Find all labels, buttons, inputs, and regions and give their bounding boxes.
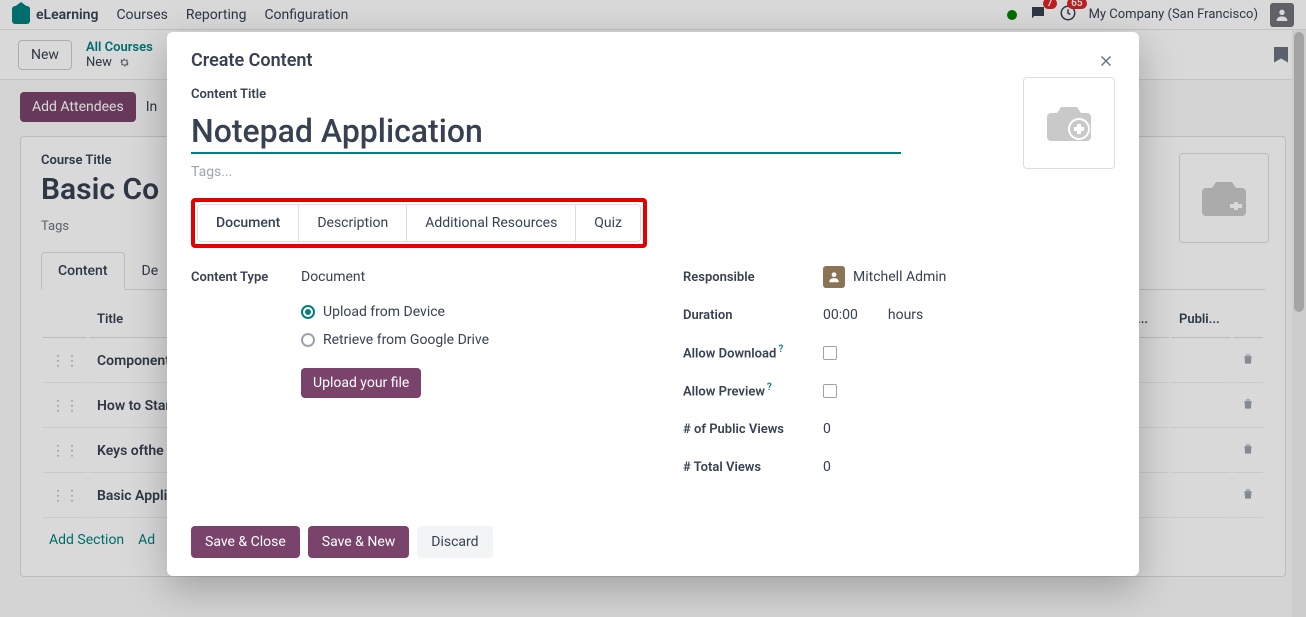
duration-label: Duration bbox=[683, 308, 823, 323]
help-icon[interactable]: ? bbox=[778, 344, 783, 355]
content-title-input[interactable] bbox=[191, 108, 901, 154]
content-image-placeholder[interactable] bbox=[1023, 77, 1115, 169]
total-views-label: # Total Views bbox=[683, 460, 823, 475]
responsible-label: Responsible bbox=[683, 270, 823, 285]
tabs-highlight: Document Description Additional Resource… bbox=[191, 198, 647, 248]
save-close-button[interactable]: Save & Close bbox=[191, 526, 300, 558]
responsible-avatar bbox=[823, 266, 845, 288]
allow-preview-checkbox[interactable] bbox=[823, 384, 837, 398]
content-title-label: Content Title bbox=[191, 87, 1115, 102]
help-icon[interactable]: ? bbox=[767, 382, 772, 393]
radio-label: Upload from Device bbox=[323, 304, 445, 320]
tab-document[interactable]: Document bbox=[198, 205, 299, 241]
modal-title: Create Content bbox=[191, 50, 312, 71]
form-right-column: Responsible Mitchell Admin Duration 00:0… bbox=[683, 266, 1115, 494]
allow-download-checkbox[interactable] bbox=[823, 346, 837, 360]
tags-input[interactable]: Tags... bbox=[191, 164, 1115, 180]
camera-plus-icon bbox=[1044, 103, 1094, 143]
radio-google-drive[interactable]: Retrieve from Google Drive bbox=[301, 332, 623, 348]
radio-icon bbox=[301, 305, 315, 319]
duration-unit: hours bbox=[888, 307, 923, 323]
responsible-value[interactable]: Mitchell Admin bbox=[853, 269, 946, 285]
public-views-label: # of Public Views bbox=[683, 422, 823, 437]
content-type-label: Content Type bbox=[191, 270, 301, 285]
content-type-value: Document bbox=[301, 269, 365, 285]
save-new-button[interactable]: Save & New bbox=[308, 526, 410, 558]
public-views-value: 0 bbox=[823, 421, 831, 437]
modal-tabs: Document Description Additional Resource… bbox=[197, 204, 641, 242]
tab-quiz[interactable]: Quiz bbox=[576, 205, 640, 241]
duration-value[interactable]: 00:00 bbox=[823, 307, 858, 323]
total-views-value: 0 bbox=[823, 459, 831, 475]
discard-button[interactable]: Discard bbox=[417, 526, 492, 558]
allow-preview-label: Allow Preview? bbox=[683, 382, 823, 399]
upload-file-button[interactable]: Upload your file bbox=[301, 368, 421, 398]
radio-icon bbox=[301, 333, 315, 347]
modal-footer: Save & Close Save & New Discard bbox=[167, 512, 1139, 576]
tab-additional-resources[interactable]: Additional Resources bbox=[407, 205, 576, 241]
allow-download-label: Allow Download? bbox=[683, 344, 823, 361]
form-left-column: Content Type Document Upload from Device… bbox=[191, 266, 623, 494]
create-content-modal: Create Content Content Title Tags... Doc… bbox=[167, 32, 1139, 576]
radio-label: Retrieve from Google Drive bbox=[323, 332, 489, 348]
close-icon[interactable] bbox=[1097, 52, 1115, 70]
radio-upload-device[interactable]: Upload from Device bbox=[301, 304, 623, 320]
tab-description[interactable]: Description bbox=[299, 205, 407, 241]
